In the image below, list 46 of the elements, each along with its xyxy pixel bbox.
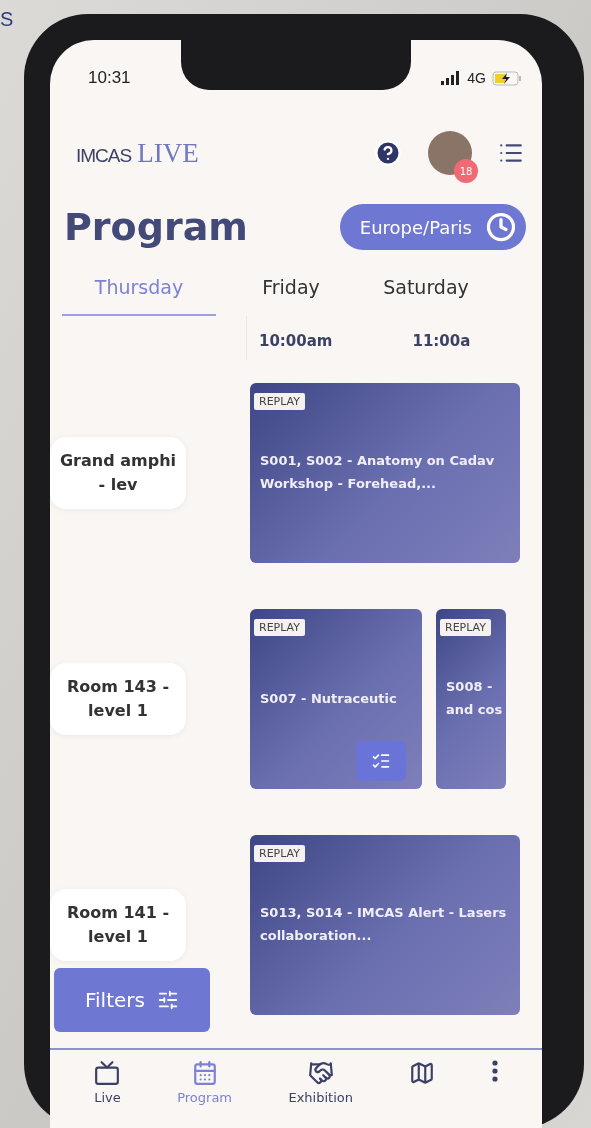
filters-button[interactable]: Filters [54,968,210,1032]
more-icon [491,1060,498,1082]
network-label: 4G [467,70,486,86]
map-icon [409,1060,436,1086]
nav-item[interactable]: Live [94,1060,121,1128]
session-title: S007 - Nutraceutic [260,689,398,708]
day-tab[interactable]: Friday [236,266,346,316]
session-card[interactable]: REPLAY S007 - Nutraceutic [250,609,422,789]
room-label: Grand amphi - lev [50,437,186,509]
calendar-icon [191,1060,218,1086]
notification-badge: 18 [454,159,478,183]
room-label: Room 143 - level 1 [50,663,186,735]
avatar[interactable] [428,131,472,175]
room-label: Room 141 - level 1 [50,889,186,961]
replay-tag: REPLAY [254,619,305,636]
session-title: collaboration... [260,927,373,945]
background-text: S [0,8,14,31]
sliders-icon [156,989,179,1011]
clock-icon [486,212,516,242]
battery-charging-icon [492,70,522,86]
handshake-icon [307,1060,334,1086]
logo-text: IMCAS [76,144,132,167]
session-title: S013, S014 - IMCAS Alert - Lasers [260,904,508,923]
tv-icon [94,1060,121,1086]
session-card[interactable]: REPLAY S013, S014 - IMCAS Alert - Lasers collaboration... [250,835,520,1015]
session-card[interactable]: REPLAY S001, S002 - Anatomy on Cadav Workshop - Forehead,... [250,383,520,563]
day-tab[interactable]: Saturday [366,266,486,316]
replay-tag: REPLAY [254,845,305,862]
time-slot: 10:00am [259,332,333,360]
signal-icon [441,71,462,85]
status-time: 10:31 [88,68,131,88]
time-slot: 11:00a [412,332,471,360]
replay-tag: REPLAY [440,619,491,636]
session-title: S008 - [446,678,494,697]
logo-text: LIVE [137,137,199,169]
timezone-button[interactable]: Europe/Paris [339,204,526,250]
session-title: S001, S002 - Anatomy on Cadav [260,452,496,471]
agenda-button[interactable] [356,741,406,781]
session-title: and cos [446,701,504,719]
replay-tag: REPLAY [254,393,305,410]
nav-item[interactable]: Exhibition [288,1060,353,1128]
list-check-icon [371,751,391,771]
session-title: Workshop - Forehead,... [260,475,437,493]
session-card[interactable]: REPLAY S008 - and cos [436,609,506,789]
help-icon[interactable] [374,139,402,167]
page-title: Program [64,205,248,249]
